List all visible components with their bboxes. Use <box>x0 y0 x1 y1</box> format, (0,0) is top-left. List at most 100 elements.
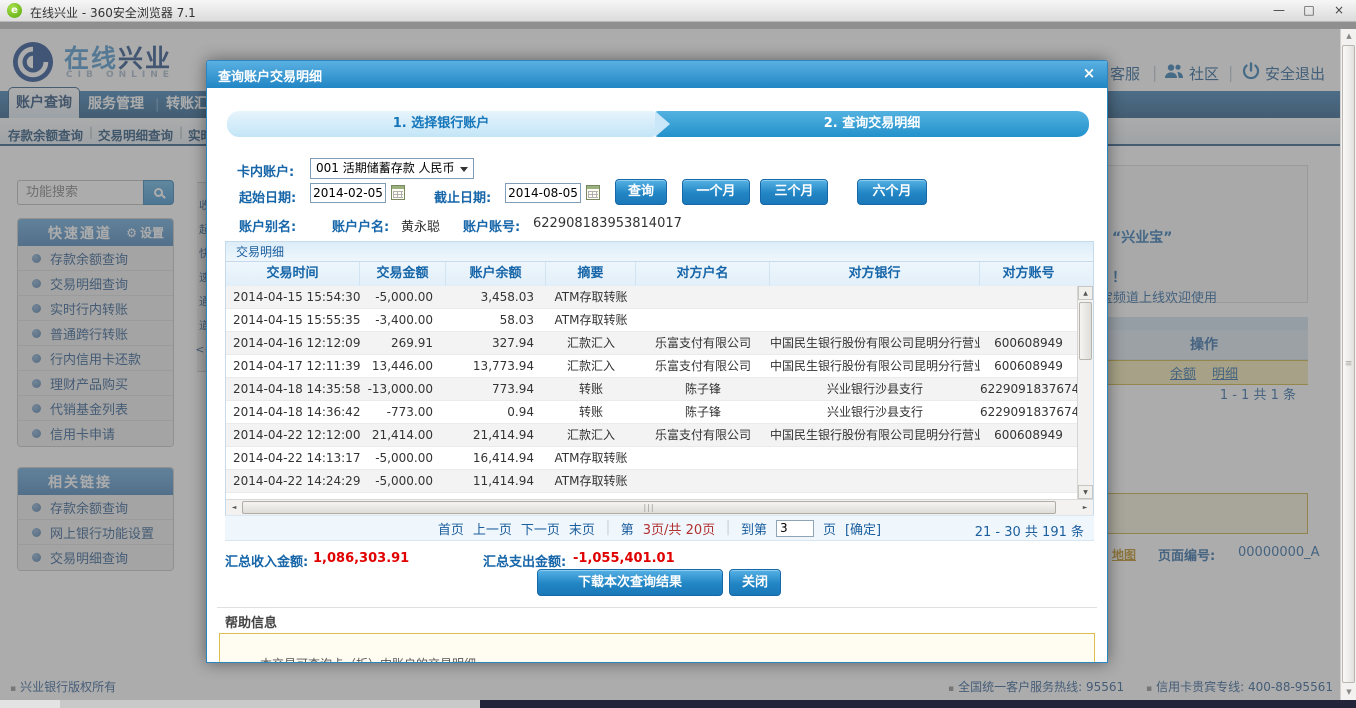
goto-page-input[interactable] <box>775 519 814 537</box>
table-cell <box>636 309 770 331</box>
scroll-up-icon[interactable]: ▲ <box>1078 286 1093 300</box>
six-month-button[interactable]: 六个月 <box>857 179 927 205</box>
transaction-query-dialog: 查询账户交易明细 × 1. 选择银行账户 2. 查询交易明细 卡内账户: 001… <box>206 60 1108 663</box>
table-header-row: 交易时间 交易金额 账户余额 摘要 对方户名 对方银行 对方账号 <box>226 262 1093 286</box>
table-row: 2014-04-17 12:11:39 13,446.00 13,773.94 汇款汇… <box>226 355 1077 378</box>
card-account-select[interactable]: 001 活期储蓄存款 人民币 <box>310 158 474 179</box>
three-month-button[interactable]: 三个月 <box>760 179 828 205</box>
total-income-value: 1,086,303.91 <box>313 551 410 566</box>
goto-confirm-button[interactable]: [确定] <box>845 519 881 538</box>
table-cell: 13,446.00 <box>371 359 433 373</box>
table-cell <box>770 447 980 469</box>
step-select-account[interactable]: 1. 选择银行账户 <box>227 111 670 137</box>
table-cell: 中国民生银行股份有限公司昆明分行营业部 <box>770 428 980 442</box>
end-date-label: 截止日期: <box>434 191 492 206</box>
table-cell: 327.94 <box>492 336 534 350</box>
table-cell <box>980 470 1077 492</box>
download-results-button[interactable]: 下载本次查询结果 <box>537 569 723 596</box>
table-cell: 汇款汇入 <box>566 336 615 350</box>
column-header: 对方银行 <box>770 262 980 286</box>
table-cell: 转账 <box>578 382 603 396</box>
scroll-down-icon[interactable]: ▼ <box>1342 685 1356 700</box>
table-cell: 2014-04-18 14:35:58 <box>233 382 360 396</box>
table-cell: 2014-04-15 15:54:30 <box>233 290 360 304</box>
maximize-button[interactable]: □ <box>1294 0 1324 21</box>
section-divider <box>217 607 1097 608</box>
close-dialog-button[interactable]: 关闭 <box>729 569 781 596</box>
table-cell: 21,414.94 <box>472 428 534 442</box>
table-row: 2014-04-18 14:36:42 -773.00 0.94 转账 陈子锋 兴业银行沙… <box>226 401 1077 424</box>
table-cell: 21,414.00 <box>371 428 433 442</box>
table-row: 2014-04-18 14:35:58 -13,000.00 773.94 转账 陈子锋… <box>226 378 1077 401</box>
table-cell: -5,000.00 <box>375 474 433 488</box>
browser-360-icon: e <box>7 3 22 18</box>
table-section-title: 交易明细 <box>226 242 1093 262</box>
table-cell <box>770 470 980 492</box>
total-outcome-label: 汇总支出金额: <box>483 555 567 570</box>
account-name-value: 黄永聪 <box>401 220 441 235</box>
account-alias-label: 账户别名: <box>239 220 297 235</box>
table-vertical-scrollbar[interactable]: ▲ ▼ <box>1077 286 1093 499</box>
browser-vertical-scrollbar[interactable]: ▲ ≡ ▼ <box>1340 29 1356 700</box>
help-info-box: 一、本交易可查询卡（折）内账户的交易明细。 <box>219 633 1095 662</box>
step-query-details[interactable]: 2. 查询交易明细 <box>655 111 1089 137</box>
query-button[interactable]: 查询 <box>615 179 667 205</box>
one-month-button[interactable]: 一个月 <box>682 179 750 205</box>
table-cell: 乐富支付有限公司 <box>654 336 751 350</box>
goto-page-label: 到第 <box>740 522 767 538</box>
table-cell <box>980 309 1077 331</box>
transaction-table: 交易明细 交易时间 交易金额 账户余额 摘要 对方户名 对方银行 对方账号 20… <box>225 241 1094 516</box>
table-horizontal-scrollbar[interactable]: ◄ ||| ► <box>226 499 1093 515</box>
table-cell: 62290918376741141 <box>980 382 1077 396</box>
pagination-separator: │ <box>724 520 732 536</box>
taskbar-segment <box>0 700 60 708</box>
column-header: 对方账号 <box>1002 266 1055 281</box>
table-cell <box>636 286 770 308</box>
close-window-button[interactable]: × <box>1324 0 1354 21</box>
scrollbar-thumb[interactable]: ||| <box>242 501 1056 514</box>
table-cell: 16,414.94 <box>472 451 534 465</box>
next-page-link[interactable]: 下一页 <box>521 519 560 538</box>
first-page-link[interactable]: 首页 <box>438 519 464 538</box>
table-cell: 2014-04-17 12:11:39 <box>233 359 360 373</box>
scroll-right-icon[interactable]: ► <box>1078 501 1092 514</box>
prev-page-link[interactable]: 上一页 <box>473 519 512 538</box>
last-page-link[interactable]: 末页 <box>569 519 595 538</box>
scroll-left-icon[interactable]: ◄ <box>227 501 241 514</box>
table-cell: 2014-04-18 14:36:42 <box>233 405 360 419</box>
scrollbar-thumb[interactable]: ≡ <box>1342 45 1355 683</box>
taskbar-sliver <box>0 700 1356 708</box>
table-cell: 600608949 <box>994 359 1063 373</box>
start-date-input[interactable] <box>310 183 386 203</box>
minimize-button[interactable]: — <box>1264 0 1294 21</box>
table-cell: 2014-04-15 15:55:35 <box>233 313 360 327</box>
table-cell <box>636 470 770 492</box>
end-date-input[interactable] <box>505 183 581 203</box>
table-cell: 13,773.94 <box>472 359 534 373</box>
browser-chrome-strip <box>0 22 1356 29</box>
calendar-icon[interactable] <box>391 185 405 200</box>
table-cell: 汇款汇入 <box>566 428 615 442</box>
table-cell: 3,458.03 <box>480 290 534 304</box>
help-section-title: 帮助信息 <box>225 616 278 631</box>
table-cell: 773.94 <box>492 382 534 396</box>
column-header: 账户余额 <box>446 262 546 286</box>
table-cell: -5,000.00 <box>375 290 433 304</box>
table-cell: 0.94 <box>507 405 534 419</box>
scroll-down-icon[interactable]: ▼ <box>1078 485 1093 499</box>
calendar-icon[interactable] <box>586 185 600 200</box>
table-cell: 62290918376741141 <box>980 405 1077 419</box>
scroll-up-icon[interactable]: ▲ <box>1342 29 1356 44</box>
scrollbar-thumb[interactable] <box>1079 302 1092 360</box>
table-row: 2014-04-22 12:12:00 21,414.00 21,414.94 汇款汇… <box>226 424 1077 447</box>
account-number-value: 622908183953814017 <box>533 216 682 231</box>
table-body: 2014-04-15 15:54:30 -5,000.00 3,458.03 ATM存… <box>226 286 1093 499</box>
table-cell <box>636 447 770 469</box>
dialog-close-icon[interactable]: × <box>1080 64 1098 82</box>
table-cell: 2014-04-22 12:12:00 <box>233 428 360 442</box>
table-cell: -5,000.00 <box>375 451 433 465</box>
table-cell: ATM存取转账 <box>554 451 628 465</box>
pagination-bar: 首页 上一页 下一页 末页 │ 第 3页/共 20页 │ 到第 页 [确定] 2… <box>225 515 1094 541</box>
table-row: 2014-04-22 14:24:29 -5,000.00 11,414.94 ATM… <box>226 470 1077 493</box>
help-text: 一、本交易可查询卡（折）内账户的交易明细。 <box>236 657 488 662</box>
